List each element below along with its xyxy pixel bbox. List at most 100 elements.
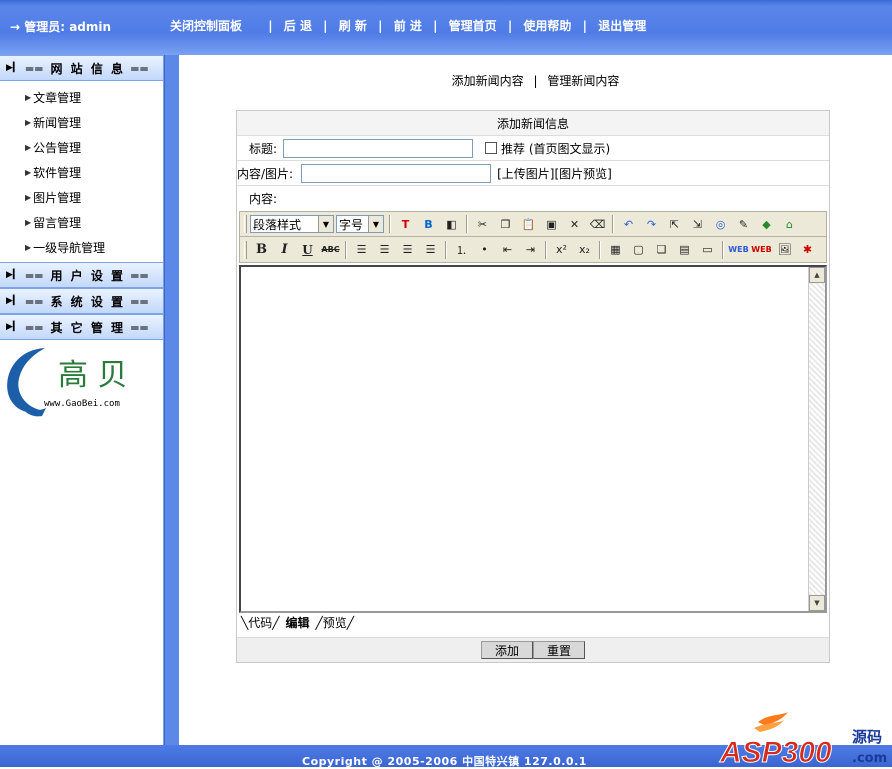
delete-icon[interactable]: ✕ [563,214,586,234]
scroll-up-icon[interactable]: ▲ [809,267,825,283]
italic-icon[interactable]: I [273,240,296,260]
close-panel-link[interactable]: 关闭控制面板 [170,19,242,33]
sidebar: ▶▎ ══ 网 站 信 息 ══ ▶ 文章管理 ▶ 新闻管理 ▶ 公告管理 ▶ 软件管理… [0,55,164,745]
frame-icon[interactable]: ▢ [627,240,650,260]
help-link[interactable]: 使用帮助 [523,19,571,33]
special-effect-icon[interactable]: ✱ [796,240,819,260]
align-justify-icon[interactable]: ☰ [419,240,442,260]
image-row: 内容/图片: [上传图片] [图片预览] [237,161,829,186]
add-button[interactable]: 添加 [481,641,533,659]
sidebar-section-user-settings[interactable]: ▶▎ ══ 用 户 设 置 ══ [0,262,163,288]
content-links: 添加新闻内容 | 管理新闻内容 [451,74,620,88]
watermark-suffix: 源码 [852,728,882,746]
superscript-icon[interactable]: x² [550,240,573,260]
sidebar-section-other[interactable]: ▶▎ ══ 其 它 管 理 ══ [0,314,163,340]
title-row: 标题: 推荐 (首页图文显示) [237,136,829,161]
pointer-icon[interactable]: ⇲ [686,214,709,234]
sidebar-item-notices[interactable]: ▶ 公告管理 [0,135,163,160]
table-icon[interactable]: ▦ [604,240,627,260]
paste-word-icon[interactable]: ▣ [540,214,563,234]
sidebar-item-nav[interactable]: ▶ 一级导航管理 [0,235,163,260]
watermark-domain: .com [852,751,887,766]
expand-arrow-icon: ▶▎ [6,270,20,280]
replace-icon[interactable]: ✎ [732,214,755,234]
content-row: 内容: [237,186,829,211]
editor-mode-tabs: ╲代码╱ 编辑 ╱预览╱ [239,613,360,631]
add-news-link[interactable]: 添加新闻内容 [452,74,524,88]
gaobei-logo: 高 贝 www.GaoBei.com [7,348,128,417]
title-input[interactable] [283,138,474,158]
input-field-icon[interactable]: ▭ [696,240,719,260]
outdent-icon[interactable]: ⇤ [496,240,519,260]
tab-code[interactable]: ╲代码╱ [241,614,279,631]
expand-arrow-icon: ▶▎ [6,63,20,73]
sidebar-item-guestbook[interactable]: ▶ 留言管理 [0,210,163,235]
select-all-icon[interactable]: ⇱ [663,214,686,234]
web-unlink-icon[interactable]: WEB [750,240,773,260]
page-icon[interactable]: ❏ [650,240,673,260]
triangle-icon: ▶ [25,143,32,152]
sidebar-item-software[interactable]: ▶ 软件管理 [0,160,163,185]
unordered-list-icon[interactable]: • [473,240,496,260]
refresh-link[interactable]: 刷 新 [339,19,367,33]
text-color-icon[interactable]: T [394,214,417,234]
insert-image-icon[interactable]: 🖼 [773,240,796,260]
sidebar-section-system-settings[interactable]: ▶▎ ══ 系 统 设 置 ══ [0,288,163,314]
editor-scrollbar[interactable]: ▲ ▼ [808,267,825,611]
logo-url: www.GaoBei.com [44,399,120,409]
paragraph-style-select[interactable]: 段落样式 ▼ [250,215,334,233]
up-level-icon[interactable]: ◆ [755,214,778,234]
bg-color-icon[interactable]: B [417,214,440,234]
image-path-input[interactable] [301,163,492,183]
align-center-icon[interactable]: ☰ [373,240,396,260]
tab-preview[interactable]: ╱预览╱ [316,614,354,631]
expand-arrow-icon: ▶▎ [6,322,20,332]
ordered-list-icon[interactable]: ⒈ [450,240,473,260]
underline-icon[interactable]: U [296,240,319,260]
paste-icon[interactable]: 📋 [517,214,540,234]
sidebar-item-news[interactable]: ▶ 新闻管理 [0,110,163,135]
cut-icon[interactable]: ✂ [471,214,494,234]
reset-button[interactable]: 重置 [533,641,585,659]
eraser-icon[interactable]: ⌫ [586,214,609,234]
undo-icon[interactable]: ↶ [617,214,640,234]
sidebar-splitter[interactable] [164,55,179,745]
scroll-down-icon[interactable]: ▼ [809,595,825,611]
manage-news-link[interactable]: 管理新闻内容 [547,74,619,88]
strikethrough-icon[interactable]: ABC [319,240,342,260]
sidebar-item-images[interactable]: ▶ 图片管理 [0,185,163,210]
find-icon[interactable]: ◎ [709,214,732,234]
sidebar-section-site-info[interactable]: ▶▎ ══ 网 站 信 息 ══ [0,55,163,81]
preview-image-link[interactable]: [图片预览] [554,165,611,182]
watermark-text: ASP300 [719,736,832,767]
recommend-checkbox[interactable] [485,142,498,154]
home-icon[interactable]: ⌂ [778,214,801,234]
web-link-icon[interactable]: WEB [727,240,750,260]
subscript-icon[interactable]: x₂ [573,240,596,260]
editor-content-area[interactable]: ▲ ▼ [239,265,827,613]
bold-icon[interactable]: B [250,240,273,260]
editor-toolbar-1: 段落样式 ▼ 字号 ▼ T B ◧ ✂ ❐ 📋 ▣ ✕ ⌫ ↶ ↷ ⇱ ⇲ ◎ … [239,211,827,237]
logout-link[interactable]: 退出管理 [598,19,646,33]
redo-icon[interactable]: ↷ [640,214,663,234]
form-heading: 添加新闻信息 [237,111,829,136]
horizontal-rule-icon[interactable]: ▤ [673,240,696,260]
copy-icon[interactable]: ❐ [494,214,517,234]
upload-image-link[interactable]: [上传图片] [497,165,554,182]
rich-text-editor: 段落样式 ▼ 字号 ▼ T B ◧ ✂ ❐ 📋 ▣ ✕ ⌫ ↶ ↷ ⇱ ⇲ ◎ … [239,211,827,633]
font-size-select[interactable]: 字号 ▼ [336,215,384,233]
back-link[interactable]: 后 退 [284,19,312,33]
sidebar-items: ▶ 文章管理 ▶ 新闻管理 ▶ 公告管理 ▶ 软件管理 ▶ 图片管理 ▶ 留言管理 ▶ 一级导… [0,81,163,262]
tab-edit[interactable]: 编辑 [285,614,309,631]
forward-link[interactable]: 前 进 [394,19,422,33]
indent-icon[interactable]: ⇥ [519,240,542,260]
sidebar-item-articles[interactable]: ▶ 文章管理 [0,85,163,110]
align-left-icon[interactable]: ☰ [350,240,373,260]
fill-icon[interactable]: ◧ [440,214,463,234]
title-label: 标题: [249,141,278,156]
admin-home-link[interactable]: 管理首页 [449,19,497,33]
recommend-label: 推荐 (首页图文显示) [501,141,611,156]
top-nav: 关闭控制面板 | 后 退 | 刷 新 | 前 进 | 管理首页 | 使用帮助 |… [170,19,647,33]
align-right-icon[interactable]: ☰ [396,240,419,260]
main-content: 添加新闻内容 | 管理新闻内容 添加新闻信息 标题: 推荐 (首页图文显示) 内… [179,55,892,745]
